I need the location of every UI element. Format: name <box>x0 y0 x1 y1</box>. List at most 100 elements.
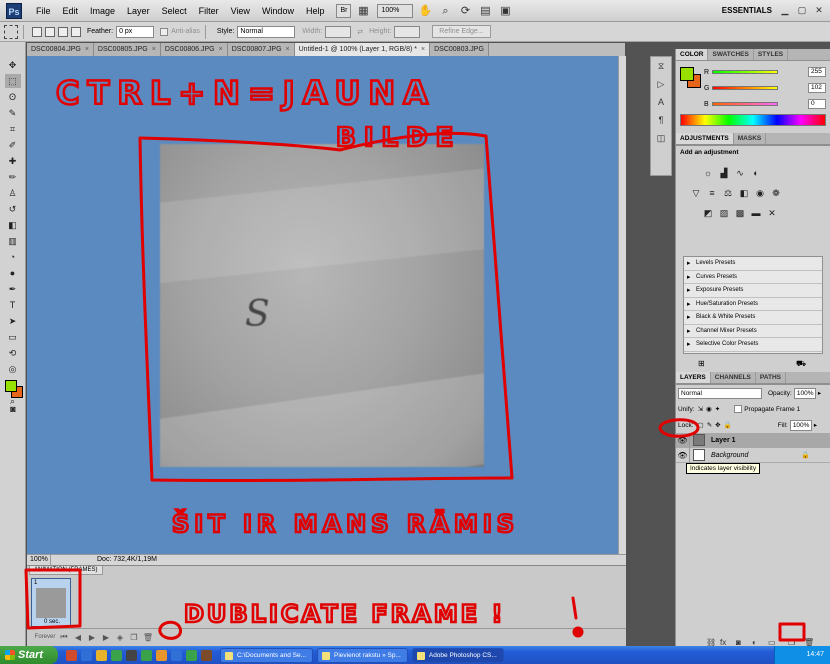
feather-input[interactable]: 0 px <box>116 25 155 38</box>
close-tab-icon[interactable]: × <box>286 46 290 53</box>
brightness-contrast-icon[interactable]: ☼ <box>702 167 714 179</box>
frame-delay[interactable]: 0 sec. <box>44 619 60 625</box>
unify-style-icon[interactable]: ✦ <box>715 405 720 413</box>
quicklaunch-app-icon[interactable] <box>141 649 152 661</box>
taskbar-item-photoshop[interactable]: Adobe Photoshop CS... <box>411 647 504 663</box>
tab-document[interactable]: DSC00804.JPG × <box>27 43 94 56</box>
quick-selection-tool-icon[interactable]: ✎ <box>5 106 21 120</box>
quick-mask-icon[interactable]: ◙ <box>5 402 21 416</box>
gradient-tool-icon[interactable]: ▥ <box>5 234 21 248</box>
tab-styles[interactable]: STYLES <box>754 49 789 60</box>
tab-color[interactable]: COLOR <box>676 49 709 60</box>
vibrance-icon[interactable]: ▽ <box>690 187 702 199</box>
propagate-checkbox[interactable] <box>734 405 743 413</box>
next-frame-icon[interactable]: ▶ <box>99 633 113 642</box>
screen-mode-icon[interactable]: ▣ <box>497 3 513 19</box>
tab-paths[interactable]: PATHS <box>756 372 786 383</box>
layer-name[interactable]: Layer 1 <box>711 437 736 444</box>
paragraph-icon[interactable]: ¶ <box>651 111 671 129</box>
green-channel-slider[interactable] <box>712 86 778 90</box>
tab-swatches[interactable]: SWATCHES <box>708 49 754 60</box>
menu-window[interactable]: Window <box>256 0 300 22</box>
close-tab-icon[interactable]: × <box>421 46 425 53</box>
menu-image[interactable]: Image <box>84 0 121 22</box>
loop-select[interactable]: Forever <box>33 634 57 640</box>
quicklaunch-app-icon[interactable] <box>171 649 182 661</box>
foreground-color-swatch[interactable] <box>680 67 694 81</box>
blue-channel-value[interactable]: 0 <box>808 99 826 109</box>
layer-row[interactable]: 👁 Layer 1 <box>676 432 830 448</box>
close-tab-icon[interactable]: × <box>85 46 89 53</box>
posterize-icon[interactable]: ▨ <box>718 207 730 219</box>
photo-filter-icon[interactable]: ◉ <box>754 187 766 199</box>
tab-document[interactable]: DSC00805.JPG × <box>93 43 161 56</box>
tab-layers[interactable]: LAYERS <box>676 372 711 383</box>
lasso-tool-icon[interactable]: ʘ <box>5 90 21 104</box>
menu-file[interactable]: File <box>30 0 57 22</box>
pen-tool-icon[interactable]: ✒ <box>5 282 21 296</box>
menu-edit[interactable]: Edit <box>57 0 85 22</box>
preset-item[interactable]: Levels Presets <box>684 257 822 271</box>
tab-masks[interactable]: MASKS <box>734 133 767 144</box>
minimize-icon[interactable]: ▁ <box>778 4 792 17</box>
clone-stamp-tool-icon[interactable]: ♙ <box>5 186 21 200</box>
bridge-button[interactable]: Br <box>336 3 352 18</box>
add-selection-icon[interactable] <box>45 26 55 37</box>
menu-layer[interactable]: Layer <box>121 0 156 22</box>
eyedropper-tool-icon[interactable]: ✐ <box>5 138 21 152</box>
actions-icon[interactable]: ▷ <box>651 75 671 93</box>
blue-channel-slider[interactable] <box>712 102 778 106</box>
delete-frame-icon[interactable]: 🗑 <box>141 633 155 642</box>
close-tab-icon[interactable]: × <box>219 46 223 53</box>
document-info[interactable]: Doc: 732,4K/1,19M <box>97 555 157 565</box>
eraser-tool-icon[interactable]: ◧ <box>5 218 21 232</box>
quicklaunch-app-icon[interactable] <box>156 649 167 661</box>
quicklaunch-app-icon[interactable] <box>66 649 77 661</box>
tween-icon[interactable]: ◈ <box>113 633 127 642</box>
path-selection-tool-icon[interactable]: ➤ <box>5 314 21 328</box>
lock-transparency-icon[interactable]: ▢ <box>698 421 704 429</box>
layer-name[interactable]: Background <box>711 452 748 459</box>
start-button[interactable]: Start <box>0 646 58 664</box>
shape-tool-icon[interactable]: ▭ <box>5 330 21 344</box>
clock[interactable]: 14:47 <box>806 651 824 658</box>
zoom-level-select[interactable]: 100% <box>377 3 414 18</box>
red-channel-value[interactable]: 255 <box>808 67 826 77</box>
marquee-tool-icon[interactable]: ⬚ <box>4 74 21 88</box>
preset-item[interactable]: Black & White Presets <box>684 311 822 325</box>
menu-select[interactable]: Select <box>156 0 193 22</box>
quicklaunch-app-icon[interactable] <box>186 649 197 661</box>
dodge-tool-icon[interactable]: ● <box>5 266 21 280</box>
blend-mode-select[interactable]: Normal <box>678 387 762 399</box>
gradient-map-icon[interactable]: ▬ <box>750 207 762 219</box>
green-channel-value[interactable]: 102 <box>808 83 826 93</box>
taskbar-item-explorer[interactable]: C:\Documents and Se... <box>220 647 314 663</box>
threshold-icon[interactable]: ▩ <box>734 207 746 219</box>
lock-pixels-icon[interactable]: ✎ <box>707 421 712 429</box>
first-frame-icon[interactable]: ⏮ <box>57 632 71 642</box>
tab-document-active[interactable]: Untitled-1 @ 100% (Layer 1, RGB/8) * × <box>294 43 431 56</box>
menu-view[interactable]: View <box>225 0 256 22</box>
document-canvas[interactable]: S <box>27 56 618 554</box>
antialias-checkbox[interactable] <box>160 27 169 36</box>
quicklaunch-app-icon[interactable] <box>126 649 137 661</box>
refine-edge-button[interactable]: Refine Edge... <box>432 25 491 38</box>
lock-position-icon[interactable]: ✥ <box>715 421 720 429</box>
healing-brush-tool-icon[interactable]: ✚ <box>5 154 21 168</box>
lock-all-icon[interactable]: 🔒 <box>724 421 732 429</box>
color-spectrum-bar[interactable] <box>680 114 826 126</box>
clip-to-layer-icon[interactable]: ⊞ <box>698 359 705 368</box>
move-tool-icon[interactable]: ✥ <box>5 58 21 72</box>
close-tab-icon[interactable]: × <box>152 46 156 53</box>
quicklaunch-app-icon[interactable] <box>81 649 92 661</box>
channel-mixer-icon[interactable]: ❁ <box>770 187 782 199</box>
brush-tool-icon[interactable]: ✏ <box>5 170 21 184</box>
hand-tool-icon[interactable]: ✋ <box>417 3 433 19</box>
red-channel-slider[interactable] <box>712 70 778 74</box>
character-icon[interactable]: A <box>651 93 671 111</box>
type-tool-icon[interactable]: T <box>5 298 21 312</box>
tab-adjustments[interactable]: ADJUSTMENTS <box>676 133 734 144</box>
foreground-color-swatch[interactable] <box>5 380 17 392</box>
fill-input[interactable]: 100% <box>789 419 812 431</box>
duplicate-frame-icon[interactable]: ❐ <box>127 633 141 642</box>
